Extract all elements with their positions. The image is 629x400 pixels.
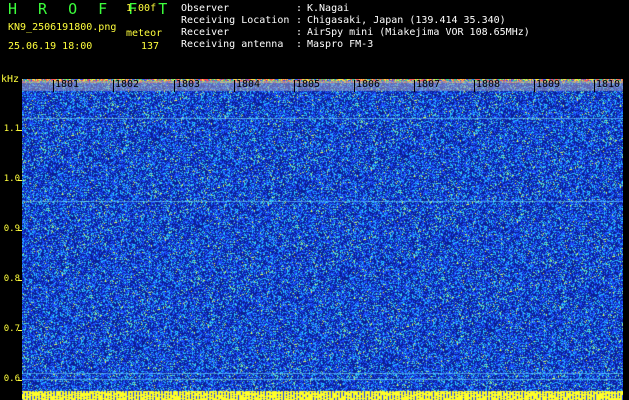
x-tick-label: 1807 <box>416 79 441 90</box>
x-tick-mark <box>414 80 415 92</box>
receiver-label: Receiver <box>181 27 230 38</box>
y-tick-label: 0.8 <box>3 274 20 284</box>
app-version: 1.00f <box>126 3 157 14</box>
x-tick-mark <box>174 80 175 92</box>
file-name: KN9_2506191800.png <box>8 22 117 33</box>
mode-label: meteor <box>126 28 163 39</box>
x-tick-mark <box>354 80 355 92</box>
x-tick-mark <box>294 80 295 92</box>
colon: : <box>296 15 303 26</box>
x-tick-label: 1804 <box>236 79 261 90</box>
date-time: 25.06.19 18:00 <box>8 41 93 52</box>
x-tick-mark <box>474 80 475 92</box>
receiver-value: AirSpy mini (Miakejima VOR 108.65MHz) <box>307 27 530 38</box>
x-tick-label: 1809 <box>536 79 561 90</box>
location-value: Chigasaki, Japan (139.414 35.340) <box>307 15 506 26</box>
x-tick-mark <box>534 80 535 92</box>
antenna-label: Receiving antenna <box>181 39 284 50</box>
x-tick-mark <box>594 80 595 92</box>
x-tick-label: 1803 <box>176 79 201 90</box>
observer-label: Observer <box>181 3 230 14</box>
x-tick-label: 1801 <box>55 79 80 90</box>
x-tick-mark <box>53 80 54 92</box>
x-tick-label: 1808 <box>476 79 501 90</box>
antenna-value: Maspro FM-3 <box>307 39 374 50</box>
y-tick-label: 0.9 <box>3 224 20 234</box>
x-tick-mark <box>234 80 235 92</box>
location-label: Receiving Location <box>181 15 290 26</box>
y-tick-label: 0.6 <box>3 374 20 384</box>
y-axis-unit: kHz <box>1 74 20 85</box>
spectrogram <box>22 79 623 400</box>
y-tick-label: 1.0 <box>3 174 20 184</box>
colon: : <box>296 39 303 50</box>
colon: : <box>296 3 303 14</box>
x-tick-label: 1810 <box>596 79 621 90</box>
colon: : <box>296 27 303 38</box>
x-tick-label: 1805 <box>296 79 321 90</box>
x-tick-label: 1802 <box>115 79 140 90</box>
y-tick-label: 0.7 <box>3 324 20 334</box>
observer-value: K.Nagai <box>307 3 350 14</box>
hroft-window: H R O F F T 1.00f KN9_2506191800.png met… <box>0 0 629 400</box>
x-tick-mark <box>113 80 114 92</box>
y-tick-label: 1.1 <box>3 124 20 134</box>
detection-count: 137 <box>141 41 160 52</box>
x-tick-label: 1806 <box>356 79 381 90</box>
